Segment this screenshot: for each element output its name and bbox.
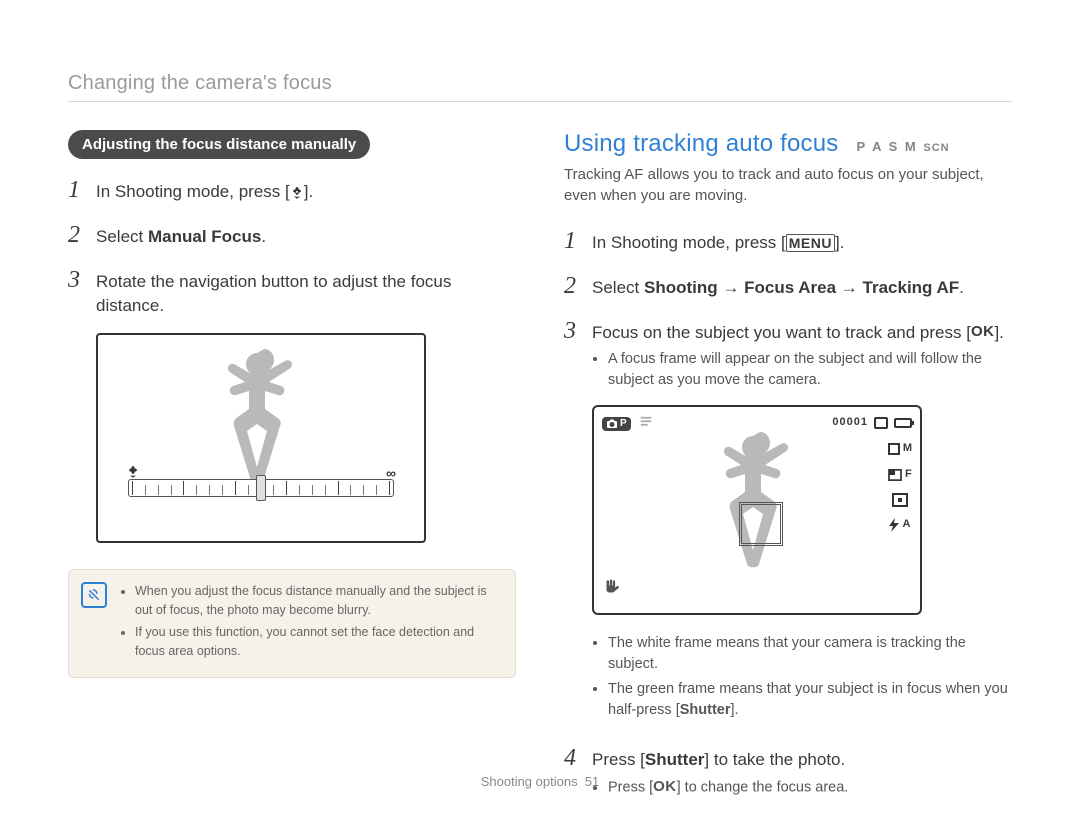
- ok-button-icon: OK: [971, 321, 995, 343]
- note-info-icon: [81, 582, 107, 608]
- slider-handle: [256, 475, 266, 501]
- post-figure-bullets: The white frame means that your camera i…: [608, 633, 1012, 721]
- hud-top-left: P: [602, 415, 653, 432]
- step-number: 2: [68, 218, 84, 253]
- heading-text: Using tracking auto focus: [564, 130, 838, 158]
- menu-button-icon: MENU: [786, 234, 835, 252]
- camera-screen-mockup: P 00001: [592, 405, 922, 615]
- manual-focus-figure: ∞: [96, 333, 516, 543]
- step-3: 3 Rotate the navigation button to adjust…: [68, 263, 516, 319]
- flash-auto-icon: A: [889, 517, 910, 533]
- left-column: Adjusting the focus distance manually 1 …: [68, 130, 516, 819]
- infinity-icon: ∞: [386, 465, 396, 481]
- image-size-icon: M: [888, 441, 912, 457]
- image-quality-icon: F: [888, 467, 912, 483]
- step-body: Focus on the subject you want to track a…: [592, 321, 1012, 732]
- step-1: 1 In Shooting mode, press [MENU].: [564, 224, 1012, 259]
- page-footer: Shooting options 51: [0, 774, 1080, 789]
- section-heading: Using tracking auto focus P A S M SCN: [564, 130, 1012, 158]
- step-text: .: [959, 278, 964, 297]
- step-text: ].: [304, 182, 313, 201]
- step-3: 3 Focus on the subject you want to track…: [564, 314, 1012, 732]
- step-bold: Manual Focus: [148, 227, 261, 246]
- step-text: In Shooting mode, press [: [592, 233, 786, 252]
- arrow-icon: →: [718, 278, 744, 297]
- left-steps: 1 In Shooting mode, press []. 2 Select M…: [68, 173, 516, 319]
- mode-m: M: [905, 139, 918, 154]
- two-column-layout: Adjusting the focus distance manually 1 …: [68, 130, 1012, 819]
- mode-badges: P A S M SCN: [856, 139, 949, 154]
- note-callout: When you adjust the focus distance manua…: [68, 569, 516, 678]
- shot-counter: 00001: [832, 415, 868, 431]
- focus-distance-slider: ∞: [128, 469, 394, 507]
- bullet-text: The green frame means that your subject …: [608, 681, 1008, 718]
- step-number: 1: [68, 173, 84, 208]
- sub-bullet: The green frame means that your subject …: [608, 679, 1012, 721]
- step-number: 3: [68, 263, 84, 298]
- step-bold: Shutter: [645, 750, 705, 769]
- step-number: 2: [564, 269, 580, 304]
- metering-icon: [892, 493, 908, 507]
- step-1: 1 In Shooting mode, press [].: [68, 173, 516, 208]
- hud-small-icon: [639, 415, 653, 432]
- sub-bullets: A focus frame will appear on the subject…: [608, 349, 1012, 391]
- sub-bullet: A focus frame will appear on the subject…: [608, 349, 1012, 391]
- tracking-af-figure: P 00001: [592, 405, 1012, 615]
- note-list: When you adjust the focus distance manua…: [121, 582, 501, 661]
- step-bold: Tracking AF: [863, 278, 960, 297]
- hud-top-right: 00001: [832, 415, 912, 431]
- macro-flower-icon: [126, 465, 140, 479]
- step-text: ].: [994, 323, 1003, 342]
- step-number: 3: [564, 314, 580, 349]
- bullet-bold: Shutter: [680, 702, 731, 718]
- step-text: Focus on the subject you want to track a…: [592, 323, 971, 342]
- mode-scn: SCN: [923, 142, 949, 154]
- step-text: .: [261, 227, 266, 246]
- tracking-focus-frame: [739, 502, 783, 546]
- step-bold: Focus Area: [744, 278, 836, 297]
- mode-s: S: [889, 139, 900, 154]
- right-column: Using tracking auto focus P A S M SCN Tr…: [564, 130, 1012, 819]
- bullet-text: ].: [730, 702, 738, 718]
- step-2: 2 Select Shooting → Focus Area → Trackin…: [564, 269, 1012, 304]
- step-body: Select Manual Focus.: [96, 225, 516, 250]
- step-body: Select Shooting → Focus Area → Tracking …: [592, 276, 1012, 301]
- mode-p: P: [856, 139, 866, 154]
- step-text: Select: [96, 227, 148, 246]
- sub-bullet: The white frame means that your camera i…: [608, 633, 1012, 675]
- camera-screen-mockup: ∞: [96, 333, 426, 543]
- image-stabilization-icon: [602, 578, 620, 604]
- section-intro: Tracking AF allows you to track and auto…: [564, 164, 1012, 206]
- camera-mode-icon: P: [602, 417, 631, 431]
- note-item: When you adjust the focus distance manua…: [135, 582, 501, 620]
- quality-icon: [874, 417, 888, 429]
- mode-a: A: [872, 139, 883, 154]
- footer-page-number: 51: [585, 774, 599, 789]
- right-steps: 1 In Shooting mode, press [MENU]. 2 Sele…: [564, 224, 1012, 809]
- step-text: Press [: [592, 750, 645, 769]
- page-section-title: Changing the camera's focus: [68, 72, 1012, 95]
- step-2: 2 Select Manual Focus.: [68, 218, 516, 253]
- subheading-pill: Adjusting the focus distance manually: [68, 130, 370, 159]
- arrow-icon: →: [836, 278, 862, 297]
- step-number: 1: [564, 224, 580, 259]
- header-divider: [68, 101, 1012, 102]
- step-bold: Shooting: [644, 278, 718, 297]
- step-text: In Shooting mode, press [: [96, 182, 290, 201]
- step-body: In Shooting mode, press [].: [96, 180, 516, 205]
- step-body: In Shooting mode, press [MENU].: [592, 231, 1012, 256]
- note-item: If you use this function, you cannot set…: [135, 623, 501, 661]
- battery-icon: [894, 418, 912, 428]
- step-text: Select: [592, 278, 644, 297]
- step-number: 4: [564, 741, 580, 776]
- macro-flower-icon: [290, 186, 304, 200]
- step-body: Rotate the navigation button to adjust t…: [96, 270, 516, 319]
- manual-page: Changing the camera's focus Adjusting th…: [0, 0, 1080, 815]
- hud-right-stack: M F A: [888, 441, 912, 533]
- step-text: ].: [835, 233, 844, 252]
- footer-section: Shooting options: [481, 774, 578, 789]
- step-text: ] to take the photo.: [704, 750, 845, 769]
